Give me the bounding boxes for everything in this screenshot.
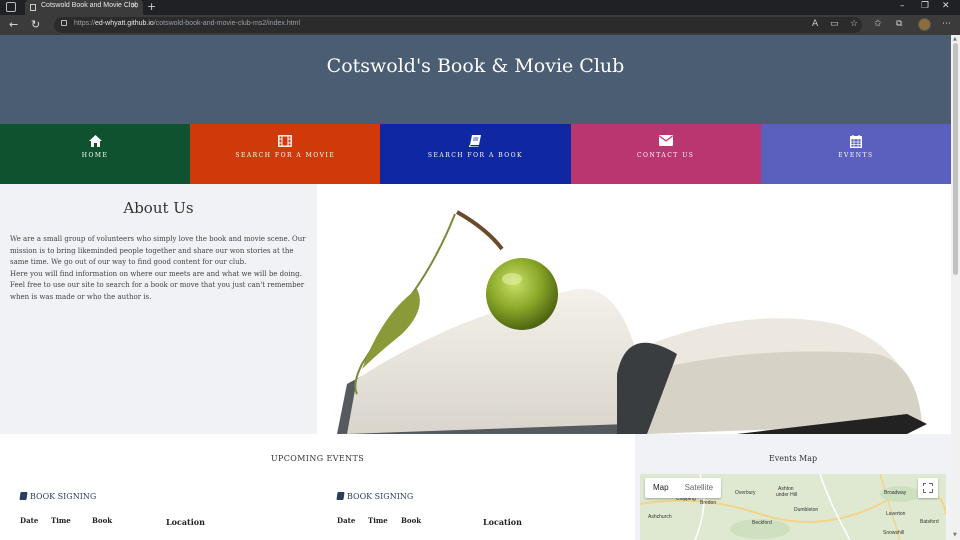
event-heading: BOOK SIGNING (19, 492, 96, 501)
map-place-label: Batsford (920, 519, 939, 525)
new-tab-icon[interactable]: + (147, 0, 156, 13)
nav-search-movie-label: SEARCH FOR A MOVIE (235, 152, 336, 159)
column-header-date: Date (20, 516, 39, 525)
map-place-label: Beckford (752, 520, 772, 526)
nav-home[interactable]: HOME (0, 124, 191, 184)
map-place-label: Laverton (886, 511, 906, 517)
map-type-map-button[interactable]: Map (645, 478, 677, 498)
film-icon (190, 135, 380, 151)
map-place-label: Dumbleton (794, 507, 819, 513)
nav-contact-us-label: CONTACT US (636, 152, 695, 159)
map-type-toggle: Map Satellite (645, 478, 722, 498)
column-header-time: Time (51, 516, 71, 525)
about-section: About Us We are a small group of volunte… (0, 184, 317, 434)
window-menu-icon[interactable] (6, 2, 16, 12)
web-page: Cotswold's Book & Movie Club HOME SEARCH… (0, 35, 951, 540)
scrollbar-thumb[interactable] (953, 43, 958, 275)
apple-on-book-image (337, 210, 927, 434)
about-text: We are a small group of volunteers who s… (10, 234, 308, 304)
about-title: About Us (123, 199, 194, 217)
lock-icon (61, 20, 67, 26)
column-header-time: Time (368, 516, 388, 525)
nav-search-movie[interactable]: SEARCH FOR A MOVIE (190, 124, 381, 184)
tab-close-icon[interactable]: × (130, 1, 138, 11)
url-text: https://ed-whyatt.github.io/cotswold-boo… (74, 20, 301, 27)
map-place-label: Ashchurch (648, 514, 672, 520)
event-heading: BOOK SIGNING (336, 492, 413, 501)
reader-view-icon[interactable]: ▭ (830, 19, 839, 29)
nav-search-book[interactable]: SEARCH FOR A BOOK (380, 124, 571, 184)
browser-tab[interactable]: Cotswold Book and Movie Club × (25, 0, 143, 15)
more-menu-icon[interactable]: ⋯ (942, 19, 951, 29)
nav-events-label: EVENTS (838, 152, 874, 159)
calendar-icon (761, 135, 951, 152)
page-favicon-icon (30, 4, 36, 11)
book-icon (19, 492, 28, 500)
column-header-book: Book (92, 516, 113, 525)
map-title: Events Map (768, 454, 818, 463)
nav-search-book-label: SEARCH FOR A BOOK (427, 152, 524, 159)
book-icon (336, 492, 345, 500)
events-map[interactable]: Chipping Ashton under Hill Broadway Dumb… (640, 474, 946, 540)
map-place-label: Bredon (700, 500, 717, 506)
column-header-location: Location (483, 517, 522, 527)
fullscreen-icon (922, 482, 934, 494)
reload-icon[interactable]: ↻ (31, 18, 40, 31)
favorite-star-icon[interactable]: ☆ (850, 19, 858, 29)
nav-home-label: HOME (81, 152, 109, 159)
back-icon[interactable]: ← (9, 18, 18, 31)
restore-icon[interactable]: ❐ (921, 1, 929, 11)
map-place-label: Broadway (884, 490, 907, 496)
main-navigation: HOME SEARCH FOR A MOVIE SEARCH FOR A BOO… (0, 124, 951, 184)
book-icon (380, 135, 570, 151)
upcoming-events-section: UPCOMING EVENTS BOOK SIGNING Date Time B… (0, 434, 635, 540)
collections-icon[interactable]: ⧉ (896, 19, 902, 29)
address-bar[interactable]: https://ed-whyatt.github.io/cotswold-boo… (54, 17, 862, 33)
favorites-icon[interactable]: ✩ (874, 19, 882, 29)
browser-toolbar: ← ↻ https://ed-whyatt.github.io/cotswold… (0, 15, 960, 35)
column-header-location: Location (166, 517, 205, 527)
about-paragraph: We are a small group of volunteers who s… (10, 235, 306, 267)
nav-events[interactable]: EVENTS (760, 124, 951, 184)
read-aloud-icon[interactable]: A (812, 19, 818, 29)
scroll-up-arrow-icon[interactable]: ▲ (953, 36, 957, 42)
scroll-down-arrow-icon[interactable]: ▼ (953, 532, 957, 538)
event-card: BOOK SIGNING Date Time Book Location (336, 492, 637, 540)
tab-title: Cotswold Book and Movie Club (41, 2, 139, 9)
events-map-section: Events Map Chipping Ashton under Hill Br… (635, 434, 951, 540)
browser-tab-bar: Cotswold Book and Movie Club × + – ❐ ✕ (0, 0, 960, 15)
map-place-label: Overbury (735, 490, 756, 496)
map-type-satellite-button[interactable]: Satellite (677, 478, 721, 498)
events-title: UPCOMING EVENTS (270, 454, 365, 463)
envelope-icon (571, 135, 761, 150)
map-place-label: under Hill (776, 492, 798, 498)
column-header-book: Book (401, 516, 422, 525)
about-paragraph: Here you will find information on where … (10, 269, 305, 301)
site-header: Cotswold's Book & Movie Club (0, 35, 951, 124)
minimize-icon[interactable]: – (900, 1, 905, 11)
page-scrollbar[interactable]: ▲ ▼ (951, 35, 960, 540)
hero-image (317, 184, 951, 434)
close-window-icon[interactable]: ✕ (942, 1, 950, 11)
map-fullscreen-button[interactable] (918, 478, 938, 498)
map-place-label: Snowshill (883, 530, 905, 536)
nav-contact-us[interactable]: CONTACT US (570, 124, 761, 184)
site-title: Cotswold's Book & Movie Club (326, 55, 625, 77)
event-card: BOOK SIGNING Date Time Book Location (19, 492, 320, 540)
profile-avatar[interactable] (918, 18, 931, 31)
home-icon (0, 135, 190, 151)
column-header-date: Date (337, 516, 356, 525)
